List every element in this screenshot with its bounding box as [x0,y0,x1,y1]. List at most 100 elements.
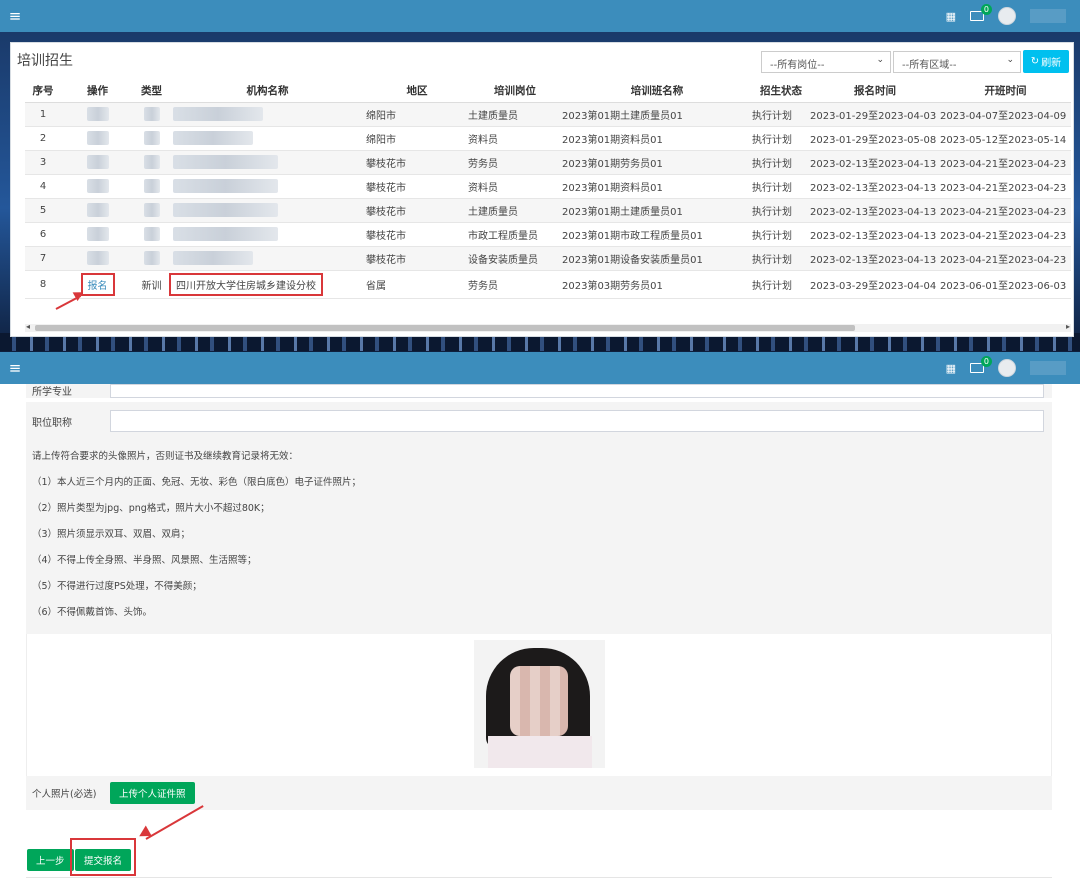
user-avatar[interactable] [998,7,1016,25]
refresh-button[interactable]: ↻ 刷新 [1023,50,1069,73]
row-area: 攀枝花市 [366,174,468,199]
row-status: 执行计划 [752,102,810,127]
panel-title: 培训招生 [17,53,73,69]
row-post: 资料员 [468,174,562,199]
column-header[interactable]: 序号 [25,80,61,103]
previous-step-button[interactable]: 上一步 [27,849,74,871]
qr-code-icon[interactable]: ▦ [946,362,956,375]
hamburger-menu-icon[interactable]: ≡ [6,359,24,377]
user-name-blurred [1030,361,1066,375]
row-type-blurred [134,246,169,271]
mail-icon[interactable]: 0 [970,356,992,373]
hamburger-menu-icon[interactable]: ≡ [6,7,24,25]
user-avatar[interactable] [998,359,1016,377]
column-header[interactable]: 报名时间 [810,80,940,103]
column-header[interactable]: 培训岗位 [468,80,562,103]
id-photo-preview [474,640,605,768]
column-header[interactable]: 机构名称 [169,80,366,103]
row-area: 绵阳市 [366,102,468,127]
row-org-blurred [169,126,366,151]
row-type: 新训 [134,270,169,299]
enrollment-table: 序号 操作 类型 机构名称 地区 培训岗位 培训班名称 招生状态 报名时间 开班… [25,80,1071,299]
row-action-blurred [61,102,134,127]
scrollbar-thumb[interactable] [35,325,855,331]
row-type-blurred [134,102,169,127]
major-input[interactable] [110,384,1044,398]
row-org-blurred [169,246,366,271]
row-status: 执行计划 [752,246,810,271]
requirement-item: （4）不得上传全身照、半身照、风景照、生活照等； [32,555,257,566]
major-label: 所学专业 [32,387,72,398]
chevron-down-icon: ⌄ [876,55,884,65]
row-reg-time: 2023-01-29至2023-05-08 [810,126,940,151]
row-reg-time: 2023-02-13至2023-04-13 [810,174,940,199]
qr-code-icon[interactable]: ▦ [946,10,956,23]
mail-icon[interactable]: 0 [970,4,992,21]
row-post: 土建质量员 [468,102,562,127]
title-input[interactable] [110,410,1044,432]
row-org-blurred [169,174,366,199]
column-header[interactable]: 招生状态 [752,80,810,103]
row-reg-time: 2023-01-29至2023-04-03 [810,102,940,127]
row-start-time: 2023-04-21至2023-04-23 [940,246,1071,271]
column-header[interactable]: 类型 [134,80,169,103]
top-navbar: ≡ ▦ 0 [0,0,1080,32]
row-type-blurred [134,222,169,247]
row-start-time: 2023-05-12至2023-05-14 [940,126,1071,151]
row-area: 攀枝花市 [366,198,468,223]
row-status: 执行计划 [752,270,810,299]
post-filter-select[interactable]: --所有岗位-- ⌄ [761,51,891,73]
row-reg-time: 2023-03-29至2023-04-04 [810,270,940,299]
row-post: 土建质量员 [468,198,562,223]
column-header[interactable]: 开班时间 [940,80,1071,103]
table-row: 4 攀枝花市 资料员 2023第01期资料员01 执行计划 2023-02-13… [25,174,1071,199]
photo-label: 个人照片(必选) [32,789,97,800]
row-status: 执行计划 [752,126,810,151]
column-header[interactable]: 地区 [366,80,468,103]
user-name-blurred [1030,9,1066,23]
row-reg-time: 2023-02-13至2023-04-13 [810,198,940,223]
area-filter-value: --所有区域-- [902,60,957,71]
row-status: 执行计划 [752,222,810,247]
table-row: 5 攀枝花市 土建质量员 2023第01期土建质量员01 执行计划 2023-0… [25,198,1071,223]
row-area: 攀枝花市 [366,246,468,271]
row-type-blurred [134,198,169,223]
row-org-blurred [169,222,366,247]
post-filter-value: --所有岗位-- [770,60,825,71]
horizontal-scrollbar[interactable]: ◂ ▸ [25,322,1071,332]
column-header[interactable]: 操作 [61,80,134,103]
row-reg-time: 2023-02-13至2023-04-13 [810,222,940,247]
row-class: 2023第01期市政工程质量员01 [562,222,752,247]
scroll-right-icon[interactable]: ▸ [1066,322,1070,331]
row-action-blurred [61,198,134,223]
row-reg-time: 2023-02-13至2023-04-13 [810,246,940,271]
table-row: 6 攀枝花市 市政工程质量员 2023第01期市政工程质量员01 执行计划 20… [25,222,1071,247]
area-filter-select[interactable]: --所有区域-- ⌄ [893,51,1021,73]
row-class: 2023第01期资料员01 [562,174,752,199]
table-row: 1 绵阳市 土建质量员 2023第01期土建质量员01 执行计划 2023-01… [25,102,1071,127]
row-number: 7 [25,246,61,271]
row-action-cell: 报名 [61,270,134,299]
row-org-blurred [169,198,366,223]
row-status: 执行计划 [752,174,810,199]
registration-form-page: ≡ ▦ 0 所学专业 职位职称 请上传符合要求的头像照片，否则证书及继续教育记录… [0,352,1080,885]
row-class: 2023第03期劳务员01 [562,270,752,299]
upload-photo-button[interactable]: 上传个人证件照 [110,782,195,804]
row-org-blurred [169,150,366,175]
title-label: 职位职称 [32,417,72,429]
refresh-label: 刷新 [1041,58,1062,69]
table-row: 2 绵阳市 资料员 2023第01期资料员01 执行计划 2023-01-29至… [25,126,1071,151]
row-org-blurred [169,102,366,127]
row-post: 市政工程质量员 [468,222,562,247]
org-name-highlight: 四川开放大学住房城乡建设分校 [169,272,323,296]
submit-enrollment-button[interactable]: 提交报名 [75,849,132,871]
requirement-item: （5）不得进行过度PS处理，不得美颜； [32,581,202,592]
mail-badge: 0 [980,4,992,15]
row-number: 1 [25,102,61,127]
enroll-link[interactable]: 报名 [88,281,108,292]
row-status: 执行计划 [752,198,810,223]
major-row: 所学专业 [26,384,1052,398]
requirement-item: （6）不得佩戴首饰、头饰。 [32,607,153,618]
column-header[interactable]: 培训班名称 [562,80,752,103]
scroll-left-icon[interactable]: ◂ [26,322,30,331]
